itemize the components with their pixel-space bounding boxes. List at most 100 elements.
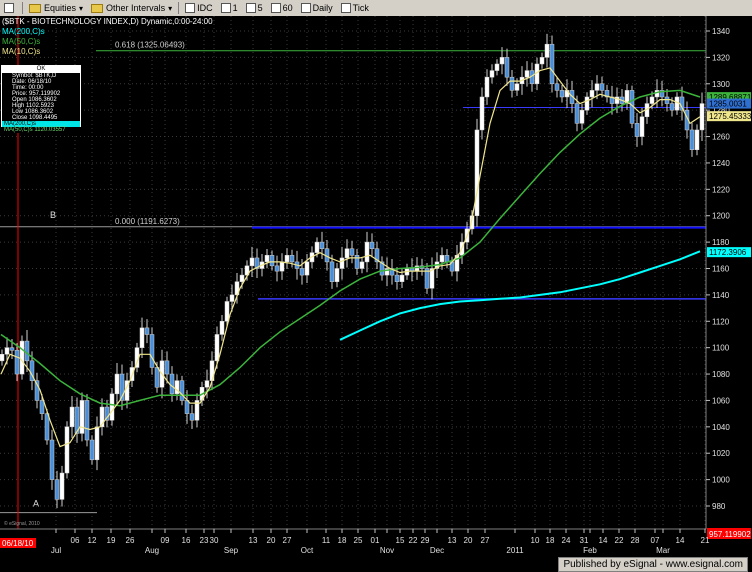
candle-body <box>364 241 370 263</box>
candle-body <box>439 255 445 263</box>
candle-body <box>249 257 255 267</box>
candle-body <box>49 439 55 480</box>
candle-body <box>544 43 550 58</box>
toolbar-button-label: 60 <box>282 3 293 13</box>
folder-icon <box>91 3 104 13</box>
box-icon <box>220 3 231 13</box>
candle-body <box>284 255 290 263</box>
x-tick-label: Mar <box>656 546 670 555</box>
toolbar-button-label: 1 <box>232 3 238 13</box>
x-tick-label: 09 <box>161 536 170 545</box>
label-b: B <box>50 210 56 220</box>
candle-body <box>504 57 510 78</box>
price-label: 1275.45333 <box>709 112 752 121</box>
x-tick-label: 20 <box>267 536 276 545</box>
candle-body <box>269 255 275 267</box>
candle-body <box>484 76 490 98</box>
candle-body <box>9 347 15 351</box>
x-tick-label: 29 <box>421 536 430 545</box>
candle-body <box>299 268 305 276</box>
box-icon <box>185 3 196 13</box>
y-tick-label: 1120 <box>712 317 730 326</box>
candle-body <box>59 472 65 500</box>
candle-body <box>204 380 210 388</box>
x-tick-label: Sep <box>224 546 239 555</box>
candle-body <box>149 334 155 368</box>
candle-body <box>329 261 335 282</box>
candle-body <box>39 400 45 414</box>
toolbar-button-other-intervals[interactable]: Other Intervals <box>87 1 176 15</box>
candle-body <box>339 257 345 269</box>
candle-body <box>144 327 150 335</box>
fib-000-label: 0.000 (1191.6273) <box>115 217 180 226</box>
candle-body <box>274 265 280 272</box>
candle-body <box>549 43 555 85</box>
toolbar-button-label: Tick <box>352 3 369 13</box>
candle-body <box>554 83 560 91</box>
x-tick-label: 22 <box>615 536 624 545</box>
candle-body <box>69 406 75 428</box>
toolbar-button-idc[interactable]: IDC <box>181 1 217 15</box>
toolbar-button-label: Other Intervals <box>106 3 166 13</box>
candle-body <box>594 83 600 91</box>
candle-body <box>344 248 350 259</box>
y-tick-label: 1140 <box>712 291 730 300</box>
toolbar-button-equities[interactable]: Equities <box>25 1 87 15</box>
toolbar-button-tick[interactable]: Tick <box>337 1 373 15</box>
candle-body <box>634 123 640 137</box>
y-tick-label: 1160 <box>712 265 730 274</box>
box-icon <box>270 3 281 13</box>
candle-body <box>14 350 20 375</box>
x-tick-label: 2011 <box>506 546 524 555</box>
y-tick-label: 1000 <box>712 476 730 485</box>
candle-body <box>689 129 695 151</box>
x-tick-label: Aug <box>145 546 159 555</box>
toolbar-home-icon[interactable] <box>0 1 20 15</box>
toolbar-button-label: Daily <box>312 3 333 13</box>
data-window: OK Symbol: $BTK,D Date: 06/18/10 Time: 00:… <box>1 65 81 133</box>
x-tick-label: 12 <box>88 536 97 545</box>
price-marker-label: 957.119902 <box>709 530 751 539</box>
x-tick-label: 18 <box>338 536 347 545</box>
x-tick-label: 15 <box>396 536 405 545</box>
x-tick-label: 13 <box>448 536 457 545</box>
candle-body <box>279 261 285 272</box>
y-tick-label: 1340 <box>712 27 730 36</box>
candle-body <box>224 301 230 322</box>
toolbar-button-1[interactable]: 1 <box>217 1 242 15</box>
candle-body <box>219 321 225 335</box>
x-tick-label: 06 <box>71 536 80 545</box>
candle-body <box>44 413 50 441</box>
candle-body <box>79 400 85 434</box>
candle-body <box>4 347 10 355</box>
toolbar-button-5[interactable]: 5 <box>242 1 267 15</box>
x-tick-label: 11 <box>322 536 331 545</box>
legend-item: MA(200,C)s <box>2 27 45 36</box>
legend-item: MA(50,C)s <box>2 37 40 46</box>
candle-body <box>699 103 705 131</box>
y-tick-label: 1240 <box>712 159 730 168</box>
candle-body <box>514 83 520 91</box>
candle-body <box>539 57 545 65</box>
y-tick-label: 1180 <box>712 238 730 247</box>
x-tick-label: 31 <box>580 536 589 545</box>
candle-body <box>54 479 60 500</box>
candle-body <box>639 116 645 137</box>
candle-body <box>24 340 30 362</box>
candle-body <box>369 241 375 249</box>
label-a: A <box>33 499 39 509</box>
x-tick-label: 24 <box>562 536 571 545</box>
x-tick-label: 14 <box>676 536 685 545</box>
toolbar-button-daily[interactable]: Daily <box>297 1 337 15</box>
toolbar-button-60[interactable]: 60 <box>267 1 297 15</box>
candle-body <box>589 90 595 98</box>
x-tick-label: 21 <box>701 536 710 545</box>
candle-body <box>229 294 235 302</box>
price-label: 1172.3906 <box>709 248 747 257</box>
x-tick-label: 26 <box>126 536 135 545</box>
candle-body <box>559 90 565 98</box>
folder-icon <box>29 3 41 13</box>
credit-text: © eSignal, 2010 <box>4 520 40 527</box>
candle-body <box>584 96 590 111</box>
candle-body <box>489 70 495 78</box>
